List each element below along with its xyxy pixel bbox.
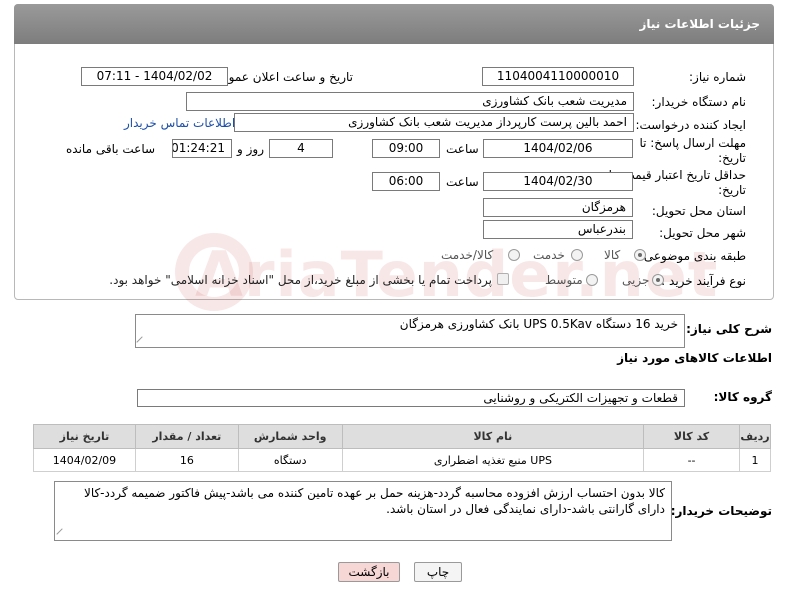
category-service-label: خدمت bbox=[533, 248, 565, 262]
process-small-label: جزیی bbox=[622, 273, 650, 287]
process-small-radio[interactable] bbox=[652, 274, 664, 286]
category-service-radio[interactable] bbox=[571, 249, 583, 261]
validity-time-field: 06:00 bbox=[372, 172, 440, 191]
col-quantity: تعداد / مقدار bbox=[134, 424, 239, 449]
province-field: هرمزگان bbox=[483, 198, 633, 217]
items-table: تاریخ نیاز تعداد / مقدار واحد شمارش نام … bbox=[33, 424, 772, 472]
city-field: بندرعباس bbox=[483, 220, 633, 239]
cell-item-code: -- bbox=[643, 448, 740, 472]
contact-link[interactable]: اطلاعات تماس خریدار bbox=[124, 116, 235, 130]
table-row: 1404/02/09 16 دستگاه منبع تغذیه اضطراری … bbox=[33, 448, 772, 472]
col-item-name: نام کالا bbox=[341, 424, 645, 449]
category-both-label: کالا/خدمت bbox=[441, 248, 494, 262]
description-label: شرح کلی نیاز: bbox=[686, 322, 772, 336]
creator-label: ایجاد کننده درخواست: bbox=[635, 118, 746, 132]
items-table-header: تاریخ نیاز تعداد / مقدار واحد شمارش نام … bbox=[33, 424, 772, 449]
col-item-code: کد کالا bbox=[643, 424, 740, 449]
cell-item-name: منبع تغذیه اضطراری UPS bbox=[341, 448, 645, 472]
need-number-field: 1104004110000010 bbox=[482, 67, 634, 86]
days-field: 4 bbox=[269, 139, 333, 158]
cell-need-date: 1404/02/09 bbox=[33, 448, 136, 472]
validity-time-label: ساعت bbox=[446, 175, 479, 189]
days-label: روز و bbox=[237, 142, 264, 156]
category-goods-radio[interactable] bbox=[634, 249, 646, 261]
goods-group-field: قطعات و تجهیزات الکتریکی و روشنایی bbox=[137, 389, 685, 407]
payment-note: پرداخت تمام یا بخشی از مبلغ خرید،از محل … bbox=[109, 273, 492, 287]
announce-label: تاریخ و ساعت اعلان عمومی: bbox=[208, 70, 353, 84]
province-label: استان محل تحویل: bbox=[651, 204, 746, 218]
col-need-date: تاریخ نیاز bbox=[33, 424, 136, 449]
category-goods-label: کالا bbox=[604, 248, 621, 262]
goods-section-title: اطلاعات کالاهای مورد نیاز bbox=[617, 351, 772, 365]
panel-title: جزئیات اطلاعات نیاز bbox=[639, 17, 760, 31]
cell-quantity: 16 bbox=[134, 448, 239, 472]
deadline-time-label: ساعت bbox=[446, 142, 479, 156]
description-field: خرید 16 دستگاه UPS 0.5Kav بانک کشاورزی ه… bbox=[135, 314, 685, 348]
creator-field: احمد بالین پرست کارپرداز مدیریت شعب بانک… bbox=[234, 113, 634, 132]
deadline-date-field: 1404/02/06 bbox=[483, 139, 633, 158]
process-medium-radio[interactable] bbox=[586, 274, 598, 286]
print-button[interactable]: چاپ bbox=[414, 562, 462, 582]
process-medium-label: متوسط bbox=[545, 273, 583, 287]
goods-group-label: گروه کالا: bbox=[713, 390, 772, 404]
category-label: طبقه بندی موضوعی: bbox=[639, 249, 746, 263]
deadline-label: مهلت ارسال پاسخ: تا تاریخ: bbox=[639, 136, 746, 165]
city-label: شهر محل تحویل: bbox=[659, 226, 746, 240]
buyer-org-field: مدیریت شعب بانک کشاورزی bbox=[186, 92, 634, 111]
cell-unit: دستگاه bbox=[237, 448, 343, 472]
remaining-field: 01:24:21 bbox=[172, 139, 232, 158]
process-label: نوع فرآیند خرید : bbox=[661, 274, 746, 288]
announce-field: 1404/02/02 - 07:11 bbox=[81, 67, 228, 86]
category-both-radio[interactable] bbox=[508, 249, 520, 261]
remaining-label: ساعت باقی مانده bbox=[66, 142, 156, 156]
notes-field: کالا بدون احتساب ارزش افزوده محاسبه گردد… bbox=[54, 481, 672, 541]
notes-label: توضیحات خریدار: bbox=[670, 504, 772, 518]
cell-row-number: 1 bbox=[738, 448, 772, 472]
col-unit: واحد شمارش bbox=[237, 424, 343, 449]
deadline-time-field: 09:00 bbox=[372, 139, 440, 158]
need-number-label: شماره نیاز: bbox=[689, 70, 746, 84]
back-button[interactable]: بازگشت bbox=[338, 562, 400, 582]
panel-header: جزئیات اطلاعات نیاز bbox=[14, 4, 774, 44]
buyer-org-label: نام دستگاه خریدار: bbox=[651, 95, 747, 109]
treasury-payment-checkbox[interactable] bbox=[497, 273, 509, 285]
col-row-number: ردیف bbox=[738, 424, 772, 449]
validity-date-field: 1404/02/30 bbox=[483, 172, 633, 191]
